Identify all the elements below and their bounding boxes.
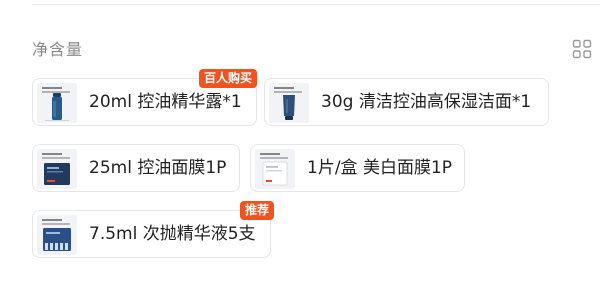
vials-box-thumbnail [37,215,77,255]
white-mask-box-thumbnail [255,149,295,189]
cleanser-tube-thumbnail [269,83,309,123]
option-vials-7-5ml[interactable]: 7.5ml 次抛精华液5支 推荐 [32,201,275,258]
top-divider [32,4,600,5]
option-mask-25ml[interactable]: 25ml 控油面膜1P [32,144,240,192]
grid-view-icon[interactable] [572,39,592,59]
option-label: 7.5ml 次抛精华液5支 [89,224,256,244]
dark-mask-box-thumbnail [37,149,77,189]
option-label: 25ml 控油面膜1P [89,158,227,178]
section-title: 净含量 [32,40,84,59]
option-cleanser-30g[interactable]: 30g 清洁控油高保湿洁面*1 [264,78,549,126]
option-label: 1片/盒 美白面膜1P [307,158,453,178]
option-serum-20ml[interactable]: 20ml 控油精华露*1 百人购买 [32,69,258,126]
option-whitening-mask[interactable]: 1片/盒 美白面膜1P [250,144,465,192]
option-label: 30g 清洁控油高保湿洁面*1 [321,92,532,112]
option-badge: 推荐 [240,201,275,220]
option-badge: 百人购买 [199,69,258,88]
serum-bottle-thumbnail [37,83,77,123]
